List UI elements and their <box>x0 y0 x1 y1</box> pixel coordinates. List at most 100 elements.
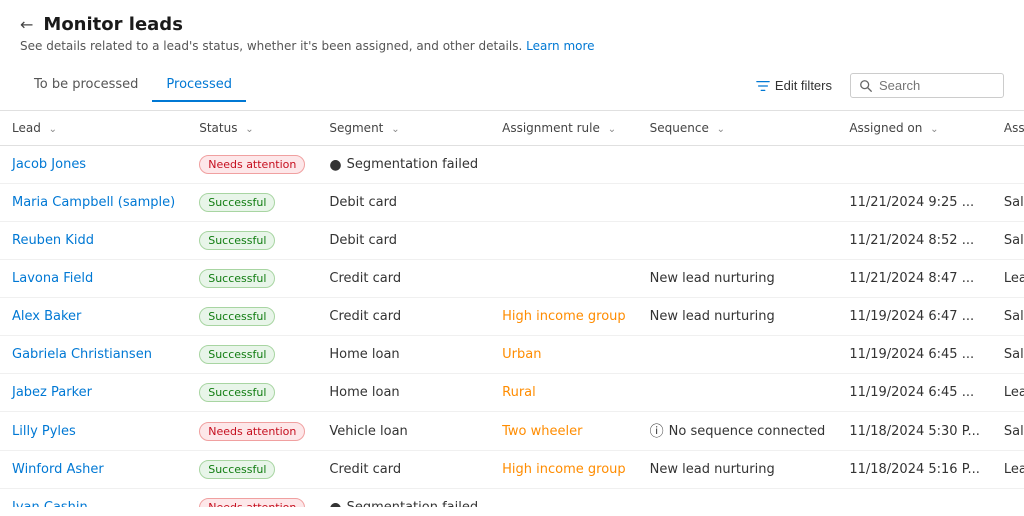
sort-icon-sequence: ⌄ <box>717 124 725 135</box>
lead-link[interactable]: Alex Baker <box>12 309 81 324</box>
assigned-on-cell <box>837 146 992 184</box>
col-header-assignment-rule[interactable]: Assignment rule ⌄ <box>490 111 638 146</box>
sort-icon-assigned-on: ⌄ <box>930 124 938 135</box>
assigned-to-cell: Sales person role team <box>992 298 1024 336</box>
page-title: Monitor leads <box>43 14 183 35</box>
lead-link[interactable]: Gabriela Christiansen <box>12 347 152 362</box>
assigned-on-cell: 11/19/2024 6:45 ... <box>837 336 992 374</box>
segment-cell: Credit card <box>317 298 490 336</box>
lead-link[interactable]: Lavona Field <box>12 271 93 286</box>
segment-cell: ●Segmentation failed <box>317 146 490 184</box>
assignment-rule-cell <box>490 489 638 508</box>
lead-link[interactable]: Winford Asher <box>12 462 104 477</box>
assigned-on-cell <box>837 489 992 508</box>
lead-link[interactable]: Jabez Parker <box>12 385 92 400</box>
status-badge: Successful <box>199 193 275 212</box>
search-icon <box>859 79 873 93</box>
info-icon: ● <box>329 500 341 508</box>
col-header-segment[interactable]: Segment ⌄ <box>317 111 490 146</box>
status-badge: Successful <box>199 383 275 402</box>
sequence-cell <box>638 146 838 184</box>
col-header-lead[interactable]: Lead ⌄ <box>0 111 187 146</box>
back-button[interactable]: ← <box>20 15 33 34</box>
assigned-to-cell <box>992 489 1024 508</box>
lead-link[interactable]: Jacob Jones <box>12 157 86 172</box>
assigned-to-cell: Lead queue <box>992 374 1024 412</box>
assigned-to-cell: Sales person role team <box>992 412 1024 451</box>
assigned-to-cell: Sales person role team <box>992 336 1024 374</box>
segment-cell: Debit card <box>317 222 490 260</box>
assignment-rule-cell: Rural <box>490 374 638 412</box>
assigned-on-cell: 11/18/2024 5:16 P... <box>837 451 992 489</box>
col-header-status[interactable]: Status ⌄ <box>187 111 317 146</box>
table-row: Reuben Kidd Successful Debit card 11/21/202… <box>0 222 1024 260</box>
sequence-cell <box>638 374 838 412</box>
sequence-cell: New lead nurturing <box>638 298 838 336</box>
lead-link[interactable]: Reuben Kidd <box>12 233 94 248</box>
warning-icon: ⓘ <box>650 421 664 441</box>
search-box[interactable] <box>850 73 1004 98</box>
assignment-rule-cell: High income group <box>490 451 638 489</box>
table-row: Winford Asher Successful Credit cardHigh i… <box>0 451 1024 489</box>
sort-icon-status: ⌄ <box>245 124 253 135</box>
sort-icon-segment: ⌄ <box>391 124 399 135</box>
assignment-rule-cell <box>490 260 638 298</box>
sequence-cell <box>638 222 838 260</box>
col-header-assigned-on[interactable]: Assigned on ⌄ <box>837 111 992 146</box>
segment-cell: Home loan <box>317 336 490 374</box>
status-badge: Needs attention <box>199 155 305 174</box>
assigned-on-cell: 11/19/2024 6:45 ... <box>837 374 992 412</box>
assigned-to-cell <box>992 146 1024 184</box>
status-badge: Successful <box>199 345 275 364</box>
lead-link[interactable]: Maria Campbell (sample) <box>12 195 175 210</box>
tab-to-be-processed[interactable]: To be processed <box>20 69 152 102</box>
assigned-on-cell: 11/21/2024 8:52 ... <box>837 222 992 260</box>
segment-cell: Debit card <box>317 184 490 222</box>
sequence-cell: New lead nurturing <box>638 451 838 489</box>
table-row: Jabez ParkerSuccessfulHome loanRural11/1… <box>0 374 1024 412</box>
sort-icon-assignment-rule: ⌄ <box>608 124 616 135</box>
tab-bar: To be processed Processed <box>20 69 246 102</box>
status-badge: Needs attention <box>199 422 305 441</box>
segment-cell: ●Segmentation failed <box>317 489 490 508</box>
table-row: Maria Campbell (sample) Successful Debit c… <box>0 184 1024 222</box>
lead-link[interactable]: Ivan Cashin <box>12 500 88 507</box>
status-badge: Successful <box>199 231 275 250</box>
assignment-rule-cell: Urban <box>490 336 638 374</box>
table-row: Lilly Pyles Needs attention Vehicle loanTw… <box>0 412 1024 451</box>
segment-cell: Credit card <box>317 260 490 298</box>
segment-cell: Vehicle loan <box>317 412 490 451</box>
learn-more-link[interactable]: Learn more <box>526 39 594 53</box>
assigned-on-cell: 11/18/2024 5:30 P... <box>837 412 992 451</box>
assigned-to-cell: Lead queue <box>992 451 1024 489</box>
col-header-assigned-to[interactable]: Assigned to ⌄ <box>992 111 1024 146</box>
assignment-rule-cell: High income group <box>490 298 638 336</box>
sequence-cell: ⓘNo sequence connected <box>638 412 838 451</box>
assigned-to-cell: Sales Manager role te... <box>992 184 1024 222</box>
assignment-rule-cell: Two wheeler <box>490 412 638 451</box>
status-badge: Successful <box>199 269 275 288</box>
sort-icon-lead: ⌄ <box>49 124 57 135</box>
info-icon: ● <box>329 157 341 173</box>
leads-table: Lead ⌄ Status ⌄ Segment ⌄ Assignment rul… <box>0 111 1024 507</box>
table-row: Alex Baker Successful Credit cardHigh inco… <box>0 298 1024 336</box>
table-row: Gabriela Christiansen Successful Home loan… <box>0 336 1024 374</box>
search-input[interactable] <box>879 78 995 93</box>
sequence-cell: New lead nurturing <box>638 260 838 298</box>
segment-cell: Credit card <box>317 451 490 489</box>
col-header-sequence[interactable]: Sequence ⌄ <box>638 111 838 146</box>
table-row: Ivan CashinNeeds attention●Segmentation … <box>0 489 1024 508</box>
edit-filters-button[interactable]: Edit filters <box>748 73 840 98</box>
status-badge: Successful <box>199 460 275 479</box>
page-subtitle: See details related to a lead's status, … <box>20 39 1004 53</box>
assigned-on-cell: 11/21/2024 9:25 ... <box>837 184 992 222</box>
lead-link[interactable]: Lilly Pyles <box>12 424 76 439</box>
assigned-to-cell: Lead queue <box>992 260 1024 298</box>
sequence-cell <box>638 336 838 374</box>
assigned-on-cell: 11/21/2024 8:47 ... <box>837 260 992 298</box>
assignment-rule-cell <box>490 184 638 222</box>
status-badge: Successful <box>199 307 275 326</box>
table-row: Lavona Field Successful Credit card New lea… <box>0 260 1024 298</box>
assigned-to-cell: Sales person role team <box>992 222 1024 260</box>
tab-processed[interactable]: Processed <box>152 69 246 102</box>
